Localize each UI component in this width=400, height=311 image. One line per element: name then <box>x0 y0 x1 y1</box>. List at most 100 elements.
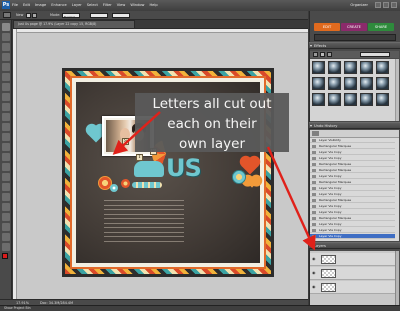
menu-window[interactable]: Window <box>130 2 144 9</box>
pencil-tool-icon[interactable] <box>2 183 10 191</box>
zoom-tool-icon[interactable] <box>2 33 10 41</box>
history-item[interactable]: Layer Via Copy <box>310 204 395 210</box>
menu-filter[interactable]: Filter <box>103 2 112 9</box>
add-selection-button[interactable] <box>32 12 37 18</box>
history-item[interactable]: Layer Via Copy <box>310 150 395 156</box>
menu-file[interactable]: File <box>12 2 18 9</box>
smart-brush-tool-icon[interactable] <box>2 203 10 211</box>
maximize-button[interactable] <box>383 2 389 8</box>
cookie-cutter-tool-icon[interactable] <box>2 123 10 131</box>
height-field[interactable] <box>112 12 130 18</box>
history-item[interactable]: Layer Via Copy <box>310 192 395 198</box>
layer-styles-icon[interactable] <box>320 52 325 57</box>
layers-scrollbar[interactable] <box>395 251 399 305</box>
menu-view[interactable]: View <box>117 2 126 9</box>
history-item[interactable]: Rectangular Marquee <box>310 168 395 174</box>
history-item[interactable]: Layer Via Copy <box>310 210 395 216</box>
effect-thumbnail[interactable] <box>376 93 389 106</box>
marquee-tool-icon[interactable] <box>2 63 10 71</box>
tab-edit[interactable]: EDIT <box>314 23 340 31</box>
filters-icon[interactable] <box>313 52 318 57</box>
effect-thumbnail[interactable] <box>344 93 357 106</box>
clone-stamp-tool-icon[interactable] <box>2 163 10 171</box>
history-item[interactable]: Layer Via Copy <box>310 174 395 180</box>
close-button[interactable] <box>391 2 397 8</box>
history-item[interactable]: Rectangular Marquee <box>310 162 395 168</box>
edit-mode-switcher[interactable] <box>314 34 396 41</box>
width-field[interactable] <box>90 12 108 18</box>
effect-thumbnail[interactable] <box>328 61 341 74</box>
gradient-tool-icon[interactable] <box>2 223 10 231</box>
marquee-options-icon[interactable] <box>3 12 11 18</box>
type-tool-icon[interactable] <box>2 103 10 111</box>
menu-edit[interactable]: Edit <box>23 2 30 9</box>
effect-thumbnail[interactable] <box>312 77 325 90</box>
new-selection-button[interactable] <box>26 12 31 18</box>
history-item[interactable]: Rectangular Marquee <box>310 144 395 150</box>
effect-thumbnail[interactable] <box>312 61 325 74</box>
visibility-eye-icon[interactable]: ◉ <box>312 271 318 275</box>
healing-brush-tool-icon[interactable] <box>2 153 10 161</box>
document-tab[interactable]: Just Us page @ 17.9% (Layer 22 copy 15, … <box>13 20 135 28</box>
history-item[interactable]: Layer Via Copy <box>310 222 395 228</box>
visibility-eye-icon[interactable]: ◉ <box>312 285 318 289</box>
history-snapshot-row[interactable] <box>310 130 399 138</box>
effect-thumbnail[interactable] <box>360 61 373 74</box>
effect-thumbnail[interactable] <box>376 61 389 74</box>
history-item[interactable]: Rectangular Marquee <box>310 216 395 222</box>
vertical-ruler <box>13 29 17 299</box>
photo-effects-icon[interactable] <box>327 52 332 57</box>
layer-row[interactable]: ◉ <box>310 253 395 266</box>
history-item[interactable]: Layer Via Copy <box>310 228 395 234</box>
move-tool-icon[interactable] <box>2 23 10 31</box>
history-panel-header[interactable]: Undo History <box>309 122 400 129</box>
menu-image[interactable]: Image <box>35 2 46 9</box>
effect-thumbnail[interactable] <box>344 61 357 74</box>
menu-layer[interactable]: Layer <box>72 2 82 9</box>
show-project-bin-button[interactable]: Show Project Bin <box>4 306 31 311</box>
foreground-color-swatch[interactable] <box>2 253 8 259</box>
magic-wand-tool-icon[interactable] <box>2 83 10 91</box>
tab-create[interactable]: CREATE <box>341 23 367 31</box>
effect-thumbnail[interactable] <box>376 77 389 90</box>
letter-tile: T <box>136 154 143 161</box>
effects-scrollbar[interactable] <box>395 59 399 121</box>
history-item[interactable]: Layer Via Copy <box>310 234 395 240</box>
visibility-eye-icon[interactable]: ◉ <box>312 257 318 261</box>
effect-thumbnail[interactable] <box>344 77 357 90</box>
eyedropper-tool-icon[interactable] <box>2 53 10 61</box>
organizer-button[interactable]: Organizer <box>350 2 368 9</box>
hand-tool-icon[interactable] <box>2 43 10 51</box>
effect-thumbnail[interactable] <box>360 93 373 106</box>
eraser-tool-icon[interactable] <box>2 173 10 181</box>
effects-panel-header[interactable]: Effects <box>309 42 400 49</box>
menu-select[interactable]: Select <box>87 2 98 9</box>
crop-tool-icon[interactable] <box>2 113 10 121</box>
layer-row[interactable]: ◉ <box>310 267 395 280</box>
selection-brush-tool-icon[interactable] <box>2 93 10 101</box>
shape-tool-icon[interactable] <box>2 233 10 241</box>
history-item[interactable]: Layer Visibility <box>310 138 395 144</box>
effect-thumbnail[interactable] <box>312 93 325 106</box>
history-item[interactable]: Rectangular Marquee <box>310 180 395 186</box>
layers-panel-header[interactable]: Layers <box>309 242 400 249</box>
straighten-tool-icon[interactable] <box>2 133 10 141</box>
lasso-tool-icon[interactable] <box>2 73 10 81</box>
effects-category-select[interactable] <box>360 52 390 57</box>
effect-thumbnail[interactable] <box>328 93 341 106</box>
history-item[interactable]: Layer Via Copy <box>310 156 395 162</box>
blur-tool-icon[interactable] <box>2 243 10 251</box>
history-item[interactable]: Rectangular Marquee <box>310 198 395 204</box>
tab-share[interactable]: SHARE <box>368 23 394 31</box>
menu-enhance[interactable]: Enhance <box>51 2 67 9</box>
layer-row[interactable]: ◉ <box>310 281 395 294</box>
minimize-button[interactable] <box>375 2 381 8</box>
red-eye-tool-icon[interactable] <box>2 143 10 151</box>
history-item[interactable]: Layer Via Copy <box>310 186 395 192</box>
effect-thumbnail[interactable] <box>328 77 341 90</box>
menu-help[interactable]: Help <box>149 2 157 9</box>
paint-bucket-tool-icon[interactable] <box>2 213 10 221</box>
mode-select[interactable]: Normal <box>62 12 80 19</box>
brush-tool-icon[interactable] <box>2 193 10 201</box>
effect-thumbnail[interactable] <box>360 77 373 90</box>
